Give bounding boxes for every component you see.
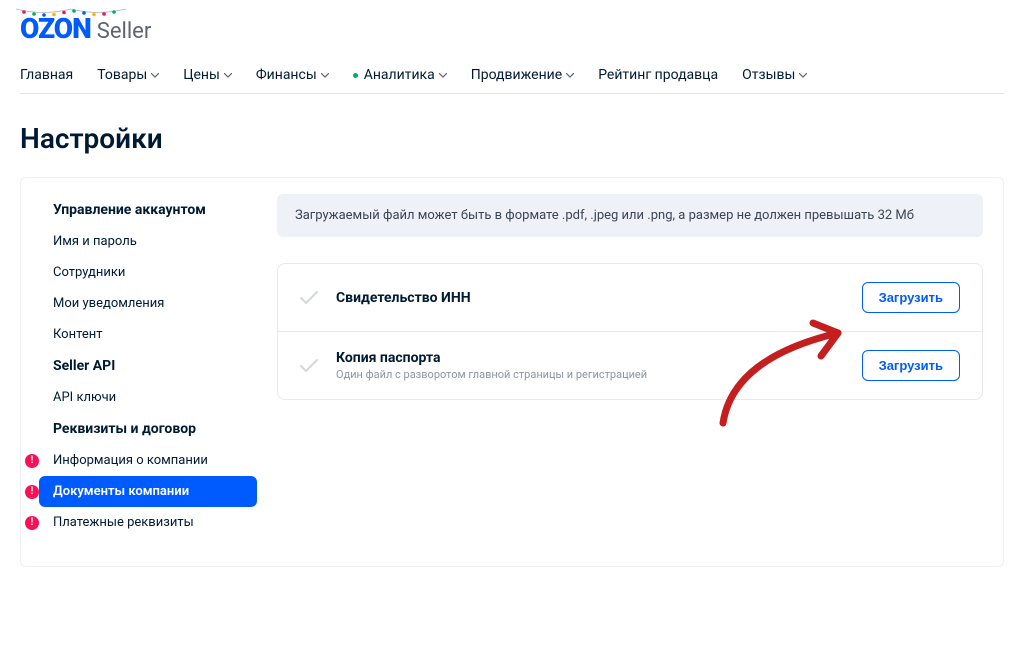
sidebar-item-notifications[interactable]: Мои уведомления — [39, 288, 257, 319]
warning-icon — [25, 454, 39, 468]
nav-seller-rating[interactable]: Рейтинг продавца — [598, 67, 718, 83]
upload-button-inn[interactable]: Загрузить — [862, 282, 960, 313]
chevron-down-icon — [799, 73, 807, 78]
check-icon — [300, 359, 318, 373]
chevron-down-icon — [224, 73, 232, 78]
nav-analytics-label: Аналитика — [364, 67, 435, 83]
info-banner: Загружаемый файл может быть в формате .p… — [277, 194, 983, 237]
upload-button-passport[interactable]: Загрузить — [862, 350, 960, 381]
upload-row-passport: Копия паспорта Один файл с разворотом гл… — [278, 331, 982, 399]
upload-title-inn: Свидетельство ИНН — [336, 290, 844, 306]
nav-main[interactable]: Главная — [20, 67, 73, 83]
top-nav: Главная Товары Цены Финансы Аналитика Пр… — [20, 57, 1004, 94]
upload-card: Свидетельство ИНН Загрузить Копия паспор… — [277, 263, 983, 400]
nav-seller-rating-label: Рейтинг продавца — [598, 67, 718, 83]
upload-row-inn: Свидетельство ИНН Загрузить — [278, 264, 982, 331]
nav-prices-label: Цены — [183, 67, 220, 83]
sidebar-section-account: Управление аккаунтом — [39, 194, 257, 226]
page-title: Настройки — [0, 94, 1024, 177]
nav-products[interactable]: Товары — [97, 67, 159, 83]
sidebar-item-login-password[interactable]: Имя и пароль — [39, 226, 257, 257]
sidebar-item-employees[interactable]: Сотрудники — [39, 257, 257, 288]
nav-finance[interactable]: Финансы — [256, 67, 329, 83]
logo-seller: Seller — [97, 19, 152, 44]
nav-analytics[interactable]: Аналитика — [353, 67, 447, 83]
sidebar-item-api-keys[interactable]: API ключи — [39, 382, 257, 413]
sidebar-item-payment-details[interactable]: Платежные реквизиты — [39, 507, 257, 538]
upload-subtitle-passport: Один файл с разворотом главной страницы … — [336, 368, 844, 381]
chevron-down-icon — [151, 73, 159, 78]
nav-reviews[interactable]: Отзывы — [742, 67, 807, 83]
nav-promotion[interactable]: Продвижение — [471, 67, 574, 83]
logo-ozon: OZON — [20, 12, 91, 45]
nav-products-label: Товары — [97, 67, 147, 83]
chevron-down-icon — [321, 73, 329, 78]
settings-sidebar: Управление аккаунтом Имя и пароль Сотруд… — [21, 194, 267, 538]
sidebar-item-company-docs[interactable]: Документы компании — [39, 476, 257, 507]
chevron-down-icon — [566, 73, 574, 78]
sidebar-item-content[interactable]: Контент — [39, 319, 257, 350]
sidebar-item-company-info[interactable]: Информация о компании — [39, 445, 257, 476]
settings-panel: Управление аккаунтом Имя и пароль Сотруд… — [20, 177, 1004, 567]
logo[interactable]: OZON Seller — [20, 12, 1004, 45]
nav-reviews-label: Отзывы — [742, 67, 795, 83]
upload-title-passport: Копия паспорта — [336, 350, 844, 366]
warning-icon — [25, 485, 39, 499]
settings-main: Загружаемый файл может быть в формате .p… — [267, 194, 1003, 538]
nav-prices[interactable]: Цены — [183, 67, 232, 83]
chevron-down-icon — [439, 73, 447, 78]
check-icon — [300, 291, 318, 305]
nav-finance-label: Финансы — [256, 67, 317, 83]
warning-icon — [25, 516, 39, 530]
sidebar-section-requisites: Реквизиты и договор — [39, 413, 257, 445]
nav-promotion-label: Продвижение — [471, 67, 562, 83]
sidebar-section-seller-api: Seller API — [39, 350, 257, 382]
indicator-dot-icon — [353, 73, 358, 78]
nav-main-label: Главная — [20, 67, 73, 83]
